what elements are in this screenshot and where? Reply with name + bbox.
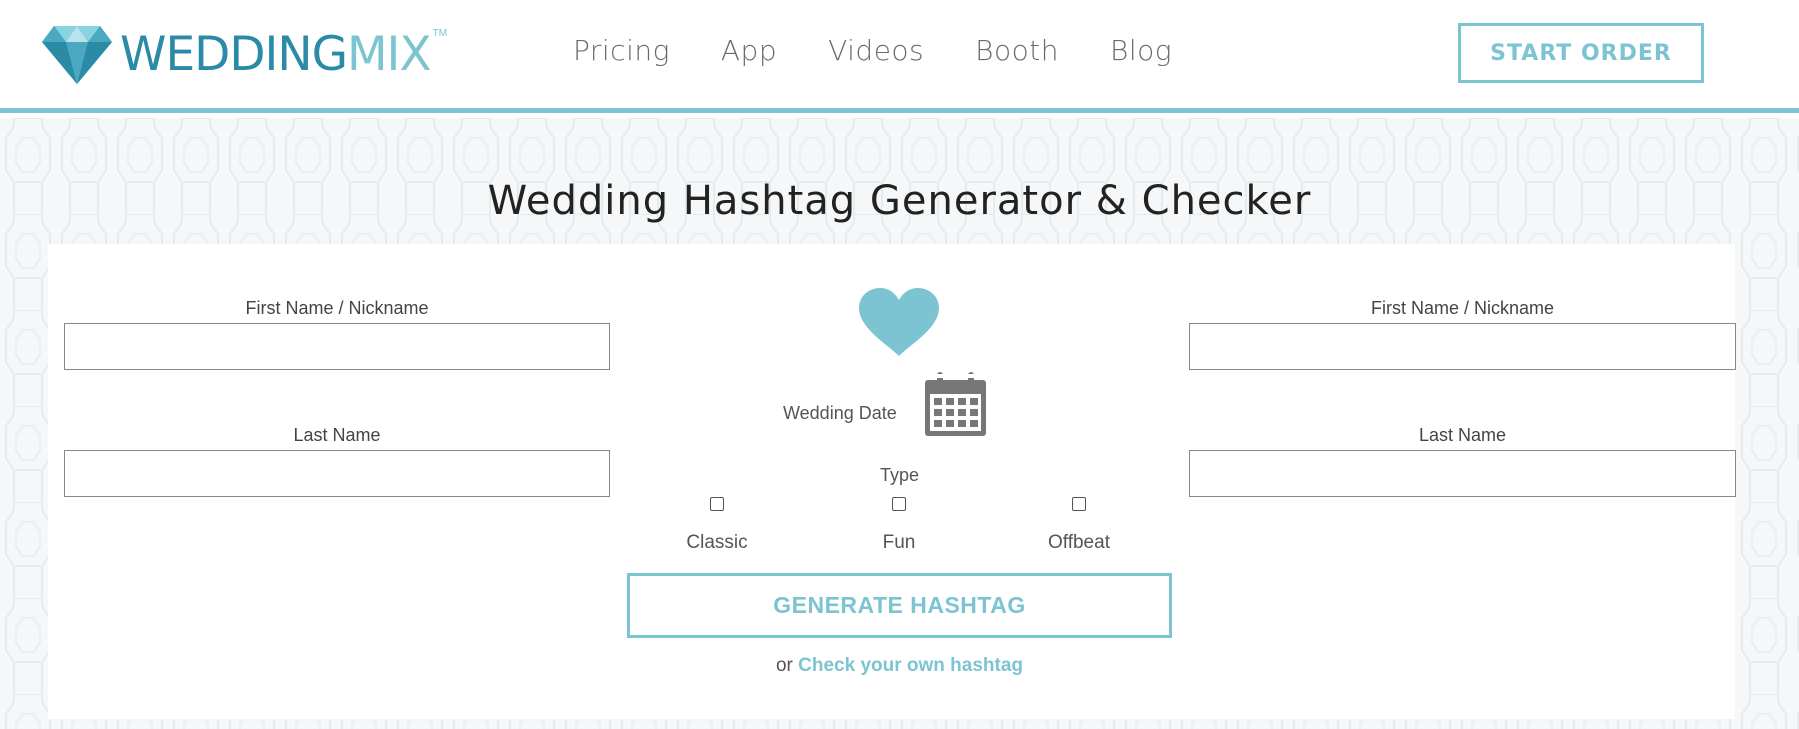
- classic-checkbox[interactable]: [710, 497, 724, 511]
- fun-checkbox[interactable]: [892, 497, 906, 511]
- left-first-name-label: First Name / Nickname: [245, 298, 429, 318]
- wedding-date-label: Wedding Date: [783, 403, 897, 423]
- left-first-name-input[interactable]: [64, 323, 610, 370]
- nav-app[interactable]: App: [721, 34, 777, 67]
- right-last-name-label: Last Name: [1418, 425, 1507, 445]
- logo[interactable]: WEDDINGMIX TM: [42, 22, 447, 86]
- generate-hashtag-button[interactable]: GENERATE HASHTAG: [627, 573, 1172, 638]
- nav-blog[interactable]: Blog: [1110, 34, 1172, 67]
- fun-label: Fun: [882, 532, 916, 553]
- calendar-icon[interactable]: [923, 372, 988, 438]
- right-first-name-input[interactable]: [1189, 323, 1736, 370]
- offbeat-checkbox[interactable]: [1072, 497, 1086, 511]
- left-last-name-label: Last Name: [293, 425, 381, 445]
- offbeat-label: Offbeat: [1048, 532, 1110, 553]
- logo-trademark: TM: [432, 28, 448, 39]
- start-order-button[interactable]: START ORDER: [1458, 23, 1704, 83]
- nav-videos[interactable]: Videos: [828, 34, 924, 67]
- heart-icon: [859, 288, 939, 356]
- logo-text-mix: MIX: [347, 26, 432, 82]
- check-hashtag-link[interactable]: Check your own hashtag: [798, 655, 1023, 676]
- page-title: Wedding Hashtag Generator & Checker: [487, 178, 1312, 224]
- main-nav: Pricing App Videos Booth Blog: [573, 34, 1172, 67]
- logo-text-wedding: WEDDING: [120, 26, 348, 82]
- diamond-icon: [42, 26, 112, 84]
- nav-booth[interactable]: Booth: [975, 34, 1059, 67]
- right-first-name-label: First Name / Nickname: [1370, 298, 1555, 318]
- classic-label: Classic: [686, 532, 748, 553]
- type-label: Type: [879, 465, 920, 485]
- site-header: WEDDINGMIX TM Pricing App Videos Booth B…: [0, 0, 1799, 113]
- nav-pricing[interactable]: Pricing: [573, 34, 670, 67]
- logo-text: WEDDINGMIX: [120, 31, 432, 78]
- check-prefix: or: [775, 655, 799, 676]
- check-hashtag-row: or Check your own hashtag: [0, 655, 1799, 677]
